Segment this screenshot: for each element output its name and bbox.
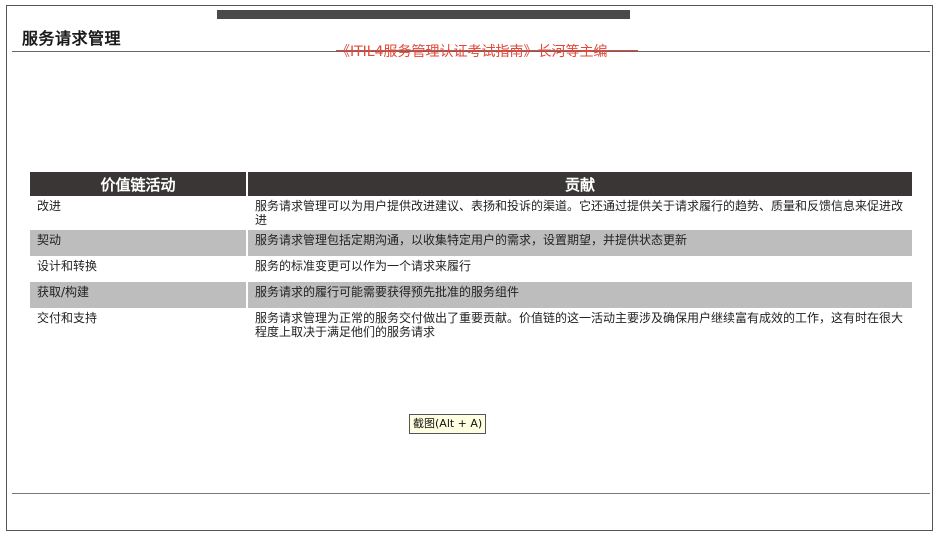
contribution-cell: 服务请求管理可以为用户提供改进建议、表扬和投诉的渠道。它还通过提供关于请求履行的…	[255, 199, 904, 227]
contribution-cell: 服务请求的履行可能需要获得预先批准的服务组件	[247, 282, 912, 308]
header-activity: 价值链活动	[30, 172, 248, 196]
table-row: 设计和转换 服务的标准变更可以作为一个请求来履行	[30, 256, 912, 282]
table-row: 改进 服务请求管理可以为用户提供改进建议、表扬和投诉的渠道。它还通过提供关于请求…	[30, 196, 912, 230]
source-caption: 《ITIL4服务管理认证考试指南》长河等主编	[336, 44, 608, 60]
top-bar	[217, 10, 630, 19]
table-header-row: 价值链活动 贡献	[30, 172, 912, 196]
activity-cell: 设计和转换	[30, 256, 248, 282]
header-contribution: 贡献	[247, 172, 912, 196]
contribution-cell: 服务的标准变更可以作为一个请求来履行	[255, 259, 472, 273]
table-row: 契动 服务请求管理包括定期沟通，以收集特定用户的需求，设置期望，并提供状态更新	[30, 230, 912, 256]
page-title: 服务请求管理	[22, 29, 122, 48]
value-chain-table: 价值链活动 贡献 改进 服务请求管理可以为用户提供改进建议、表扬和投诉的渠道。它…	[30, 172, 912, 342]
caption-strikethrough	[336, 50, 638, 51]
table-row: 获取/构建 服务请求的履行可能需要获得预先批准的服务组件	[30, 282, 912, 308]
activity-cell: 改进	[30, 196, 248, 230]
contribution-cell: 服务请求管理包括定期沟通，以收集特定用户的需求，设置期望，并提供状态更新	[247, 230, 912, 256]
footer-divider	[12, 493, 930, 494]
activity-cell: 契动	[30, 230, 248, 256]
activity-cell: 交付和支持	[30, 308, 248, 342]
activity-cell: 获取/构建	[30, 282, 248, 308]
table-row: 交付和支持 服务请求管理为正常的服务交付做出了重要贡献。价值链的这一活动主要涉及…	[30, 308, 912, 342]
contribution-cell: 服务请求管理为正常的服务交付做出了重要贡献。价值链的这一活动主要涉及确保用户继续…	[255, 311, 904, 339]
screenshot-tooltip: 截图(Alt + A)	[409, 414, 487, 434]
